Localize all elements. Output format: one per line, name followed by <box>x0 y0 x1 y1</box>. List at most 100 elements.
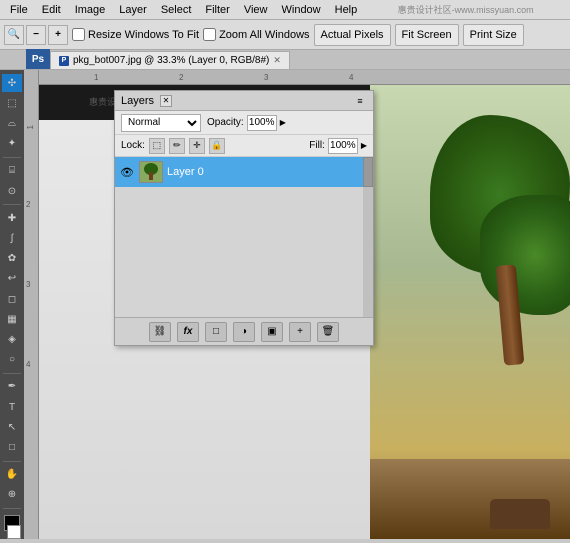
ruler-v-2: 2 <box>26 200 30 209</box>
lock-all-btn[interactable]: 🔒 <box>209 138 225 154</box>
menu-layer[interactable]: Layer <box>113 2 153 18</box>
menu-view[interactable]: View <box>238 2 274 18</box>
bonsai-pot <box>490 499 550 529</box>
resize-windows-checkbox-label: Resize Windows To Fit <box>72 28 199 41</box>
fill-label: Fill: <box>309 140 325 151</box>
layers-close-btn[interactable]: ✕ <box>160 95 172 107</box>
zoom-magnifier-btn[interactable]: 🔍 <box>4 25 24 45</box>
tool-divider-5 <box>3 508 21 509</box>
menu-image[interactable]: Image <box>69 2 112 18</box>
layer-thumbnail <box>139 161 163 183</box>
hand-tool-btn[interactable]: ✋ <box>2 466 22 484</box>
tool-divider-1 <box>3 157 21 158</box>
tree-foliage-secondary <box>480 195 570 315</box>
ruler-v-3: 3 <box>26 280 30 289</box>
eyedropper-btn[interactable]: ⊙ <box>2 182 22 200</box>
left-toolbar: ✣ ⬚ ⌓ ✦ ⌸ ⊙ ✚ ∫ ✿ ↩ ◻ ▦ ◈ ○ ✒ T ↖ □ ✋ ⊕ <box>0 70 24 539</box>
canvas-area: 1 2 3 4 1 2 3 4 惠贵设计社区-www.missyuan.com … <box>24 70 570 539</box>
path-select-btn[interactable]: ↖ <box>2 418 22 436</box>
layer-visibility-btn[interactable]: 👁 <box>119 164 135 180</box>
fill-arrow-btn[interactable]: ▶ <box>361 141 367 150</box>
shape-tool-btn[interactable]: □ <box>2 438 22 456</box>
print-size-btn[interactable]: Print Size <box>463 24 524 46</box>
menu-file[interactable]: File <box>4 2 34 18</box>
layer-mask-btn[interactable]: □ <box>205 322 227 342</box>
layer-row-0[interactable]: 👁 Layer 0 <box>115 157 373 187</box>
lock-image-btn[interactable]: ✏ <box>169 138 185 154</box>
group-layer-btn[interactable]: ▣ <box>261 322 283 342</box>
layer-name-0: Layer 0 <box>167 166 369 178</box>
zoom-all-checkbox-label: Zoom All Windows <box>203 28 309 41</box>
layers-footer: ⛓ fx □ ◑ ▣ + 🗑 <box>115 317 373 345</box>
ruler-h-2: 2 <box>179 73 183 82</box>
adjustment-layer-btn[interactable]: ◑ <box>233 322 255 342</box>
lasso-tool-btn[interactable]: ⌓ <box>2 114 22 132</box>
opacity-label: Opacity: <box>207 117 244 128</box>
gradient-tool-btn[interactable]: ▦ <box>2 310 22 328</box>
toolbar: 🔍 − + Resize Windows To Fit Zoom All Win… <box>0 20 570 50</box>
layers-menu-btn[interactable]: ≡ <box>353 94 367 108</box>
menu-window[interactable]: Window <box>276 2 327 18</box>
fill-control: Fill: ▶ <box>309 138 367 154</box>
menu-edit[interactable]: Edit <box>36 2 67 18</box>
blur-tool-btn[interactable]: ◈ <box>2 330 22 348</box>
menu-filter[interactable]: Filter <box>199 2 235 18</box>
bonsai-ground <box>370 459 570 539</box>
move-tool-btn[interactable]: ✣ <box>2 74 22 92</box>
resize-windows-checkbox[interactable] <box>72 28 85 41</box>
layers-list[interactable]: 👁 Layer 0 <box>115 157 373 317</box>
menu-select[interactable]: Select <box>155 2 198 18</box>
ruler-h-3: 3 <box>264 73 268 82</box>
delete-layer-btn[interactable]: 🗑 <box>317 322 339 342</box>
lock-position-btn[interactable]: ✛ <box>189 138 205 154</box>
dodge-tool-btn[interactable]: ○ <box>2 351 22 369</box>
brush-tool-btn[interactable]: ∫ <box>2 229 22 247</box>
main-area: ✣ ⬚ ⌓ ✦ ⌸ ⊙ ✚ ∫ ✿ ↩ ◻ ▦ ◈ ○ ✒ T ↖ □ ✋ ⊕ <box>0 70 570 539</box>
document-tab[interactable]: P pkg_bot007.jpg @ 33.3% (Layer 0, RGB/8… <box>50 51 290 69</box>
pen-tool-btn[interactable]: ✒ <box>2 378 22 396</box>
zoom-in-btn[interactable]: + <box>48 25 68 45</box>
link-layers-btn[interactable]: ⛓ <box>149 322 171 342</box>
zoom-tool-btn[interactable]: ⊕ <box>2 486 22 504</box>
actual-pixels-btn[interactable]: Actual Pixels <box>314 24 391 46</box>
clone-stamp-btn[interactable]: ✿ <box>2 250 22 268</box>
zoom-out-btn[interactable]: − <box>26 25 46 45</box>
marquee-tool-btn[interactable]: ⬚ <box>2 94 22 112</box>
history-brush-btn[interactable]: ↩ <box>2 270 22 288</box>
tool-divider-3 <box>3 373 21 374</box>
bonsai-tree <box>390 115 570 415</box>
lock-label: Lock: <box>121 140 145 151</box>
eraser-btn[interactable]: ◻ <box>2 290 22 308</box>
crop-tool-btn[interactable]: ⌸ <box>2 162 22 180</box>
layer-style-btn[interactable]: fx <box>177 322 199 342</box>
layers-titlebar: Layers ✕ ≡ <box>115 91 373 111</box>
zoom-all-checkbox[interactable] <box>203 28 216 41</box>
ps-logo: Ps <box>26 49 50 69</box>
background-color[interactable] <box>7 525 21 539</box>
menu-help[interactable]: Help <box>329 2 364 18</box>
fill-input[interactable] <box>328 138 358 154</box>
tab-title: pkg_bot007.jpg @ 33.3% (Layer 0, RGB/8#) <box>73 55 269 66</box>
ruler-top: 1 2 3 4 <box>39 70 570 85</box>
magic-wand-btn[interactable]: ✦ <box>2 135 22 153</box>
tab-close-btn[interactable]: ✕ <box>273 55 281 66</box>
layers-lock-bar: Lock: ⬚ ✏ ✛ 🔒 Fill: ▶ <box>115 135 373 157</box>
color-chips <box>3 515 21 539</box>
opacity-input[interactable] <box>247 115 277 131</box>
text-tool-btn[interactable]: T <box>2 398 22 416</box>
layers-title-area: Layers ✕ <box>121 95 172 107</box>
fit-screen-btn[interactable]: Fit Screen <box>395 24 459 46</box>
zoom-tool-group: 🔍 − + <box>4 25 68 45</box>
watermark-text: 惠贵设计社区-www.missyuan.com <box>365 3 566 16</box>
layers-scrollbar-thumb[interactable] <box>363 157 373 187</box>
lock-transparent-btn[interactable]: ⬚ <box>149 138 165 154</box>
ruler-h-4: 4 <box>349 73 353 82</box>
opacity-arrow-btn[interactable]: ▶ <box>280 118 286 127</box>
bonsai-tree-area <box>370 85 570 539</box>
blend-mode-select[interactable]: Normal <box>121 114 201 132</box>
layers-panel: Layers ✕ ≡ Normal Opacity: ▶ Lock: ⬚ <box>114 90 374 346</box>
layers-scrollbar[interactable] <box>363 157 373 317</box>
layers-title: Layers <box>121 95 154 107</box>
new-layer-btn[interactable]: + <box>289 322 311 342</box>
healing-brush-btn[interactable]: ✚ <box>2 209 22 227</box>
